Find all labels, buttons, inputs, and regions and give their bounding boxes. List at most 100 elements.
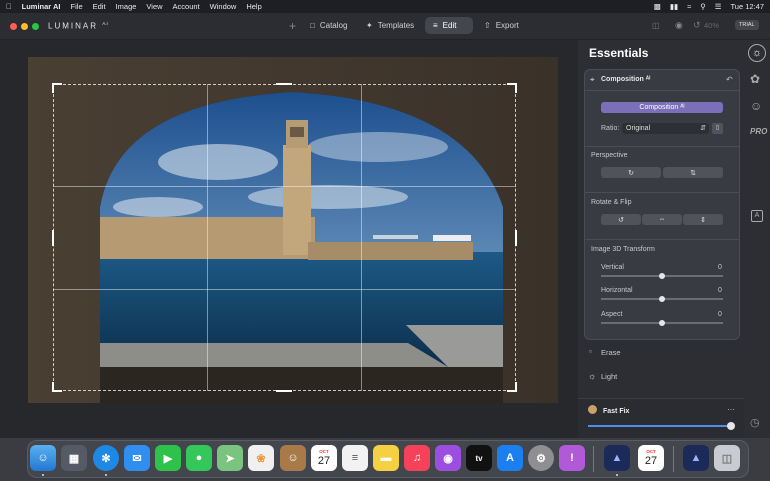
luminar-logo: LUMINAR A.I bbox=[48, 21, 108, 31]
menu-account[interactable]: Account bbox=[173, 2, 200, 11]
music-icon[interactable]: ♫ bbox=[404, 445, 430, 471]
horizontal-slider-knob[interactable] bbox=[659, 296, 665, 302]
tab-templates[interactable]: ✦ Templates bbox=[358, 17, 422, 34]
trash-icon[interactable]: ◫ bbox=[714, 445, 740, 471]
ratio-select[interactable]: Original ⇵ bbox=[622, 123, 709, 134]
vertical-slider-knob[interactable] bbox=[659, 273, 665, 279]
calendar-recent-icon[interactable]: OCT 27 bbox=[638, 445, 664, 471]
portrait-face-icon[interactable]: ☺ bbox=[750, 99, 762, 113]
select-arrows-icon: ⇵ bbox=[700, 125, 706, 132]
compare-icon[interactable]: ◫ bbox=[652, 21, 660, 30]
perspective-v-icon: ⇅ bbox=[690, 169, 696, 177]
share-icon: ⇧ bbox=[484, 21, 491, 30]
light-sun-icon: ☼ bbox=[588, 371, 597, 381]
messages-icon[interactable]: ● bbox=[186, 445, 212, 471]
reset-icon[interactable]: ↶ bbox=[726, 75, 733, 84]
luminar-downloads-icon[interactable]: ▲ bbox=[683, 445, 709, 471]
tool-erase[interactable]: Erase bbox=[601, 348, 621, 357]
menu-image[interactable]: Image bbox=[116, 2, 137, 11]
fast-fix-knob[interactable] bbox=[727, 422, 735, 430]
vertical-perspective-button[interactable]: ⇅ bbox=[663, 167, 723, 178]
tab-export[interactable]: ⇧ Export bbox=[476, 17, 527, 34]
rotate-button[interactable]: ↺ bbox=[601, 214, 641, 225]
eye-icon[interactable]: ◉ bbox=[675, 20, 683, 31]
trial-badge[interactable]: TRIAL bbox=[735, 20, 759, 30]
history-clock-icon[interactable]: ◷ bbox=[750, 416, 760, 429]
zoom-level[interactable]: 40% bbox=[704, 21, 719, 30]
essentials-sun-icon[interactable]: ☼ bbox=[748, 44, 766, 62]
menu-window[interactable]: Window bbox=[210, 2, 237, 11]
crop-handle-top[interactable] bbox=[276, 83, 292, 85]
text-tool-icon[interactable]: A bbox=[751, 210, 763, 222]
crop-handle-br[interactable] bbox=[515, 382, 517, 392]
crop-handle-left[interactable] bbox=[52, 230, 54, 246]
crop-handle-tl[interactable] bbox=[52, 83, 54, 93]
fast-fix-thumbnail-icon bbox=[588, 405, 597, 414]
feedback-icon[interactable]: ! bbox=[559, 445, 585, 471]
calendar-icon[interactable]: OCT 27 bbox=[311, 445, 337, 471]
clock[interactable]: Tue 12:47 bbox=[731, 2, 765, 11]
minimize-window-button[interactable] bbox=[21, 23, 28, 30]
orientation-swap-button[interactable]: ▯ bbox=[712, 123, 723, 134]
photos-icon[interactable]: ❀ bbox=[248, 445, 274, 471]
aspect-slider-knob[interactable] bbox=[659, 320, 665, 326]
crop-handle-right[interactable] bbox=[515, 230, 517, 246]
flip-vertical-button[interactable]: ⇕ bbox=[683, 214, 723, 225]
keyboard-icon[interactable]: ▩ bbox=[654, 2, 661, 11]
podcasts-icon[interactable]: ◉ bbox=[435, 445, 461, 471]
aspect-value: 0 bbox=[718, 311, 722, 318]
app-menu[interactable]: Luminar AI bbox=[22, 2, 61, 11]
rotate-icon: ↺ bbox=[618, 216, 624, 224]
crop-handle-bl[interactable] bbox=[52, 382, 54, 392]
safari-icon[interactable]: ✼ bbox=[93, 445, 119, 471]
maps-icon[interactable]: ➤ bbox=[217, 445, 243, 471]
zoom-window-button[interactable] bbox=[32, 23, 39, 30]
crop-handle-tr[interactable] bbox=[515, 83, 517, 93]
control-center-icon[interactable]: ☰ bbox=[715, 2, 722, 11]
menu-file[interactable]: File bbox=[71, 2, 83, 11]
divider bbox=[585, 192, 739, 193]
crop-frame[interactable] bbox=[53, 84, 516, 391]
app-store-icon[interactable]: A bbox=[497, 445, 523, 471]
facetime-icon[interactable]: ▶ bbox=[155, 445, 181, 471]
crop-grid-line bbox=[53, 186, 516, 187]
luminar-ai-icon[interactable]: ▲ bbox=[604, 445, 630, 471]
flip-horizontal-button[interactable]: ⇔ bbox=[642, 214, 682, 225]
system-preferences-icon[interactable]: ⚙ bbox=[528, 445, 554, 471]
notes-icon[interactable]: ▬ bbox=[373, 445, 399, 471]
pro-tools-icon[interactable]: PRO bbox=[750, 127, 767, 136]
reminders-icon[interactable]: ≡ bbox=[342, 445, 368, 471]
mail-icon[interactable]: ✉ bbox=[124, 445, 150, 471]
sparkle-icon: ✦ bbox=[366, 21, 373, 30]
close-window-button[interactable] bbox=[10, 23, 17, 30]
transform-heading: Image 3D Transform bbox=[591, 246, 655, 253]
tool-light[interactable]: Light bbox=[601, 372, 617, 381]
wifi-icon[interactable]: ≈ bbox=[687, 2, 691, 11]
apple-icon[interactable]:  bbox=[6, 2, 12, 11]
crop-handle-bottom[interactable] bbox=[276, 390, 292, 392]
fast-fix-label: Fast Fix bbox=[603, 408, 630, 415]
contacts-icon[interactable]: ☺ bbox=[280, 445, 306, 471]
horizontal-perspective-button[interactable]: ↻ bbox=[601, 167, 661, 178]
fast-fix-track[interactable] bbox=[588, 425, 731, 427]
finder-icon[interactable]: ☺ bbox=[30, 445, 56, 471]
menu-edit[interactable]: Edit bbox=[93, 2, 106, 11]
undo-history-icon[interactable]: ↺ bbox=[693, 20, 701, 31]
apple-tv-icon[interactable]: tv bbox=[466, 445, 492, 471]
launchpad-icon[interactable]: ▦ bbox=[61, 445, 87, 471]
more-options-icon[interactable]: ⋯ bbox=[727, 405, 735, 414]
creative-palette-icon[interactable]: ✿ bbox=[750, 72, 760, 86]
running-indicator bbox=[105, 474, 107, 476]
spotlight-icon[interactable]: ⚲ bbox=[700, 2, 706, 11]
tab-edit[interactable]: ≡ Edit bbox=[425, 17, 473, 34]
menu-view[interactable]: View bbox=[146, 2, 162, 11]
battery-icon[interactable]: ▮▮ bbox=[670, 2, 678, 11]
tab-catalog[interactable]: □ Catalog bbox=[302, 17, 355, 34]
erase-icon: ▫ bbox=[589, 347, 592, 356]
rotate-flip-heading: Rotate & Flip bbox=[591, 199, 632, 206]
composition-ai-button[interactable]: Composition ᴬᴵ bbox=[601, 102, 723, 113]
flip-horizontal-icon: ⇔ bbox=[658, 216, 666, 223]
add-photos-icon[interactable]: + bbox=[281, 17, 304, 34]
menu-help[interactable]: Help bbox=[246, 2, 261, 11]
fast-fix-fill bbox=[588, 425, 731, 427]
